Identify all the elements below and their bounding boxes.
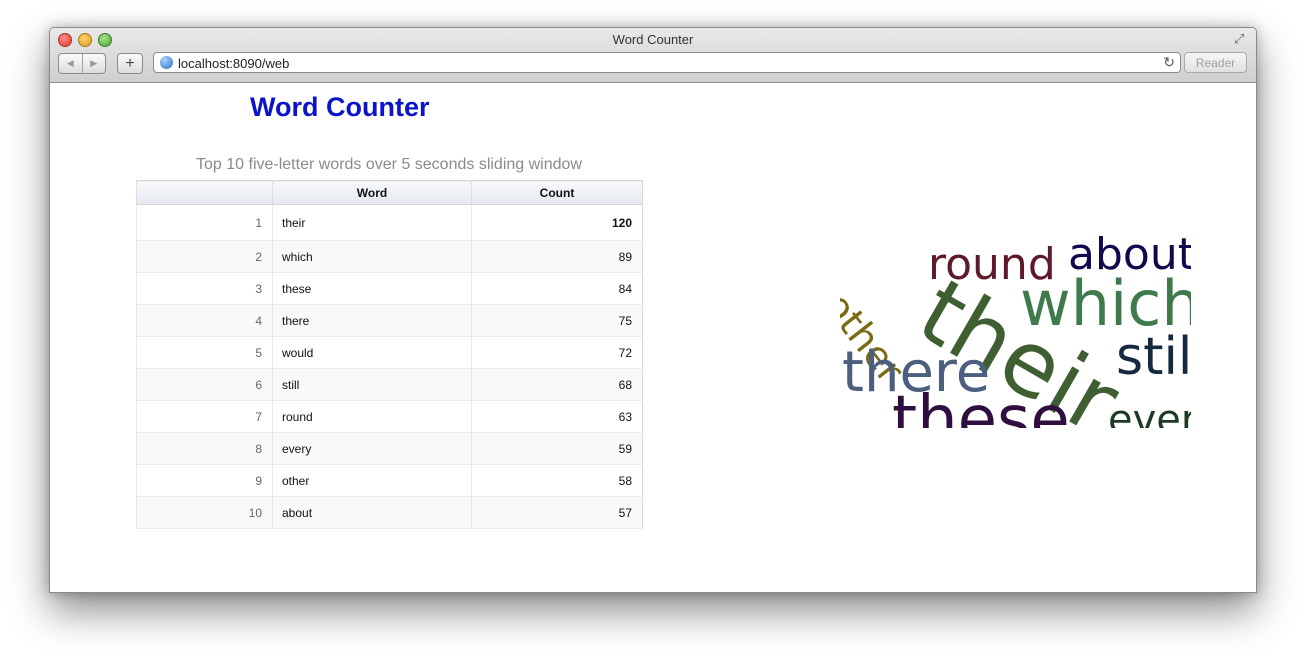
count-cell: 75 — [471, 304, 643, 337]
word-cell: other — [272, 464, 472, 497]
count-cell: 84 — [471, 272, 643, 305]
word-cloud: round about other which their still ther… — [840, 138, 1191, 429]
fullscreen-icon[interactable]: ⤢ — [1234, 31, 1248, 46]
cloud-word-still: still — [1116, 327, 1191, 387]
table-row: 1 their 120 — [136, 204, 643, 241]
word-cell: these — [272, 272, 472, 305]
table-row: 10 about 57 — [136, 496, 643, 529]
page-content: Word Counter Top 10 five-letter words ov… — [50, 83, 1256, 592]
count-cell: 57 — [471, 496, 643, 529]
count-cell: 89 — [471, 240, 643, 273]
window-title: Word Counter — [612, 32, 694, 47]
count-cell: 72 — [471, 336, 643, 369]
cloud-word-these: these — [892, 383, 1070, 428]
rank-cell: 8 — [136, 432, 273, 465]
table-caption: Top 10 five-letter words over 5 seconds … — [196, 156, 582, 173]
table-row: 9 other 58 — [136, 464, 643, 497]
table-row: 7 round 63 — [136, 400, 643, 433]
rank-cell: 6 — [136, 368, 273, 401]
rank-column-header — [136, 180, 273, 205]
rank-cell: 4 — [136, 304, 273, 337]
word-count-table: Word Count 1 their 120 2 which 89 3 thes… — [136, 180, 643, 529]
table-row: 4 there 75 — [136, 304, 643, 337]
globe-icon — [160, 56, 173, 69]
table-row: 3 these 84 — [136, 272, 643, 305]
forward-arrow-icon[interactable]: ▶ — [81, 54, 106, 73]
new-tab-button[interactable]: + — [117, 53, 143, 74]
word-cell: every — [272, 432, 472, 465]
rank-cell: 2 — [136, 240, 273, 273]
table-row: 8 every 59 — [136, 432, 643, 465]
word-cell: their — [272, 204, 472, 241]
word-cell: which — [272, 240, 472, 273]
cloud-word-every: every — [1108, 397, 1191, 428]
count-column-header[interactable]: Count — [471, 180, 643, 205]
table-header-row: Word Count — [136, 180, 643, 205]
table-row: 2 which 89 — [136, 240, 643, 273]
back-arrow-icon[interactable]: ◀ — [59, 54, 82, 73]
word-cell: about — [272, 496, 472, 529]
rank-cell: 1 — [136, 204, 273, 241]
rank-cell: 9 — [136, 464, 273, 497]
browser-toolbar: Word Counter ⤢ ◀ ▶ + localhost:8090/web … — [50, 28, 1256, 83]
count-cell: 59 — [471, 432, 643, 465]
word-cell: would — [272, 336, 472, 369]
rank-cell: 3 — [136, 272, 273, 305]
rank-cell: 10 — [136, 496, 273, 529]
reader-button[interactable]: Reader — [1184, 52, 1247, 73]
address-bar[interactable]: localhost:8090/web ↻ — [153, 52, 1181, 73]
rank-cell: 7 — [136, 400, 273, 433]
count-cell: 120 — [471, 204, 643, 241]
word-cell: still — [272, 368, 472, 401]
reload-icon[interactable]: ↻ — [1163, 54, 1175, 71]
page-title: Word Counter — [250, 92, 430, 122]
table-row: 6 still 68 — [136, 368, 643, 401]
word-column-header[interactable]: Word — [272, 180, 472, 205]
count-cell: 68 — [471, 368, 643, 401]
browser-window: Word Counter ⤢ ◀ ▶ + localhost:8090/web … — [49, 27, 1257, 593]
plus-icon: + — [125, 54, 135, 72]
rank-cell: 5 — [136, 336, 273, 369]
url-text[interactable]: localhost:8090/web — [178, 56, 289, 71]
count-cell: 63 — [471, 400, 643, 433]
word-cell: round — [272, 400, 472, 433]
history-nav: ◀ ▶ — [58, 53, 106, 74]
word-cell: there — [272, 304, 472, 337]
count-cell: 58 — [471, 464, 643, 497]
table-row: 5 would 72 — [136, 336, 643, 369]
